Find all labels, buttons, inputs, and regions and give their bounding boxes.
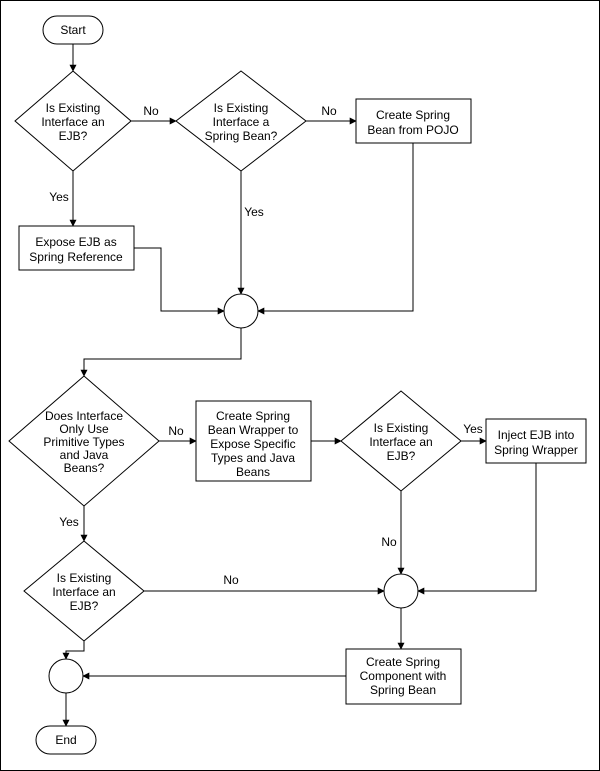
svg-text:Spring Bean?: Spring Bean? xyxy=(205,129,278,143)
svg-text:Spring Reference: Spring Reference xyxy=(29,250,123,264)
svg-text:Interface an: Interface an xyxy=(369,435,432,449)
svg-text:Bean from POJO: Bean from POJO xyxy=(367,123,458,137)
svg-text:Beans: Beans xyxy=(236,465,270,479)
process-create-spring-bean-pojo: Create Spring Bean from POJO xyxy=(356,99,471,143)
svg-text:Expose Specific: Expose Specific xyxy=(210,437,295,451)
svg-text:No: No xyxy=(381,535,397,549)
end-node: End xyxy=(36,726,96,754)
svg-text:Is Existing: Is Existing xyxy=(57,571,112,585)
svg-text:Create Spring: Create Spring xyxy=(216,409,290,423)
edge-p4-c2 xyxy=(418,463,536,591)
svg-text:Beans?: Beans? xyxy=(64,461,105,475)
svg-text:EJB?: EJB? xyxy=(387,449,416,463)
svg-text:EJB?: EJB? xyxy=(59,129,88,143)
svg-text:Is Existing: Is Existing xyxy=(214,101,269,115)
svg-text:Yes: Yes xyxy=(244,205,264,219)
edge-p2-c1 xyxy=(134,248,224,311)
svg-text:No: No xyxy=(168,424,184,438)
svg-text:Types and Java: Types and Java xyxy=(211,451,295,465)
process-expose-ejb-spring-ref: Expose EJB as Spring Reference xyxy=(19,226,134,270)
svg-text:Inject EJB into: Inject EJB into xyxy=(498,428,575,442)
svg-text:Is Existing: Is Existing xyxy=(374,421,429,435)
start-node: Start xyxy=(43,16,103,44)
svg-text:Is Existing: Is Existing xyxy=(46,101,101,115)
flowchart-svg: Start Is Existing Interface an EJB? Is E… xyxy=(1,1,599,770)
svg-text:Only Use: Only Use xyxy=(59,422,109,436)
process-inject-ejb-wrapper: Inject EJB into Spring Wrapper xyxy=(486,419,586,463)
svg-text:Spring Bean: Spring Bean xyxy=(370,683,436,697)
svg-text:Create Spring: Create Spring xyxy=(366,655,440,669)
svg-text:Component with: Component with xyxy=(360,669,447,683)
decision-existing-interface-ejb-1: Is Existing Interface an EJB? xyxy=(15,71,131,171)
svg-text:Create Spring: Create Spring xyxy=(376,108,450,122)
decision-existing-interface-ejb-3: Is Existing Interface an EJB? xyxy=(24,541,144,641)
svg-text:Yes: Yes xyxy=(59,515,79,529)
end-label: End xyxy=(55,733,76,747)
svg-text:Yes: Yes xyxy=(463,422,483,436)
edge-d5-c3 xyxy=(66,641,84,659)
svg-text:Interface a: Interface a xyxy=(213,115,270,129)
connector-2 xyxy=(384,574,418,608)
process-create-wrapper-expose: Create Spring Bean Wrapper to Expose Spe… xyxy=(196,401,311,481)
decision-existing-interface-ejb-2: Is Existing Interface an EJB? xyxy=(341,391,461,491)
connector-1 xyxy=(224,294,258,328)
flowchart-container: Start Is Existing Interface an EJB? Is E… xyxy=(0,0,600,771)
decision-existing-interface-spring-bean: Is Existing Interface a Spring Bean? xyxy=(176,71,306,171)
edge-p1-c1 xyxy=(258,143,413,311)
svg-text:Interface an: Interface an xyxy=(52,585,115,599)
svg-text:Primitive Types: Primitive Types xyxy=(43,435,124,449)
svg-text:No: No xyxy=(321,104,337,118)
svg-text:Does Interface: Does Interface xyxy=(45,409,123,423)
svg-text:EJB?: EJB? xyxy=(70,599,99,613)
decision-primitive-types-beans: Does Interface Only Use Primitive Types … xyxy=(9,376,159,506)
connector-3 xyxy=(49,659,83,693)
svg-text:Interface an: Interface an xyxy=(41,115,104,129)
svg-text:No: No xyxy=(223,573,239,587)
edge-c1-d3 xyxy=(84,328,241,376)
svg-text:No: No xyxy=(143,104,159,118)
svg-text:and Java: and Java xyxy=(60,448,109,462)
svg-text:Expose EJB as: Expose EJB as xyxy=(35,235,116,249)
process-create-spring-component: Create Spring Component with Spring Bean xyxy=(346,649,461,704)
svg-text:Bean Wrapper to: Bean Wrapper to xyxy=(208,423,299,437)
svg-text:Yes: Yes xyxy=(49,190,69,204)
svg-text:Spring Wrapper: Spring Wrapper xyxy=(494,443,578,457)
start-label: Start xyxy=(60,23,86,37)
